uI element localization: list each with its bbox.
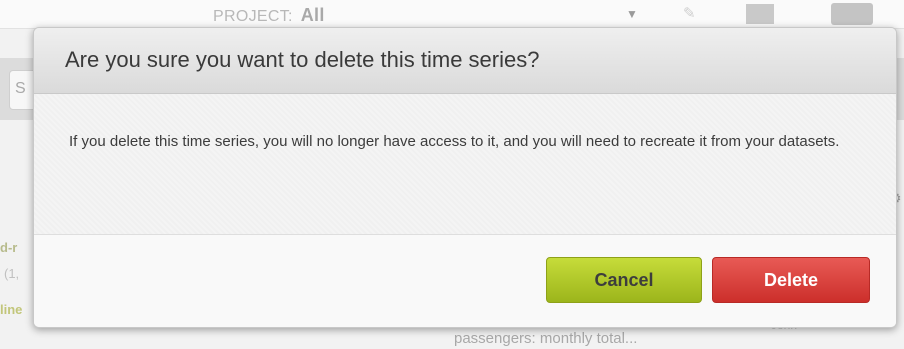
edit-icon[interactable]: ✎ [683,4,696,22]
dialog-message: If you delete this time series, you will… [69,133,840,150]
list-item-tag: line [0,302,23,317]
toolbar-icon[interactable] [746,4,774,24]
dialog-header: Are you sure you want to delete this tim… [34,28,896,94]
dropdown-caret-icon[interactable]: ▼ [626,7,638,21]
project-label: PROJECT: [213,8,293,25]
app-top-bar: PROJECT: All ▼ ✎ [0,0,904,29]
project-value: All [300,5,325,25]
list-item-sub: (1, [4,266,20,281]
cancel-button[interactable]: Cancel [546,257,702,303]
list-item-description: passengers: monthly total... [454,330,638,347]
project-selector[interactable]: PROJECT: All [213,5,325,26]
list-item-name[interactable]: d-r [0,240,17,255]
dialog-title: Are you sure you want to delete this tim… [65,47,540,72]
delete-button[interactable]: Delete [712,257,870,303]
delete-confirmation-dialog: Are you sure you want to delete this tim… [33,27,897,328]
dialog-body: If you delete this time series, you will… [34,94,896,235]
notifications-icon[interactable] [831,3,873,25]
dialog-footer: Cancel Delete [34,235,896,327]
search-icon: S [15,80,26,97]
